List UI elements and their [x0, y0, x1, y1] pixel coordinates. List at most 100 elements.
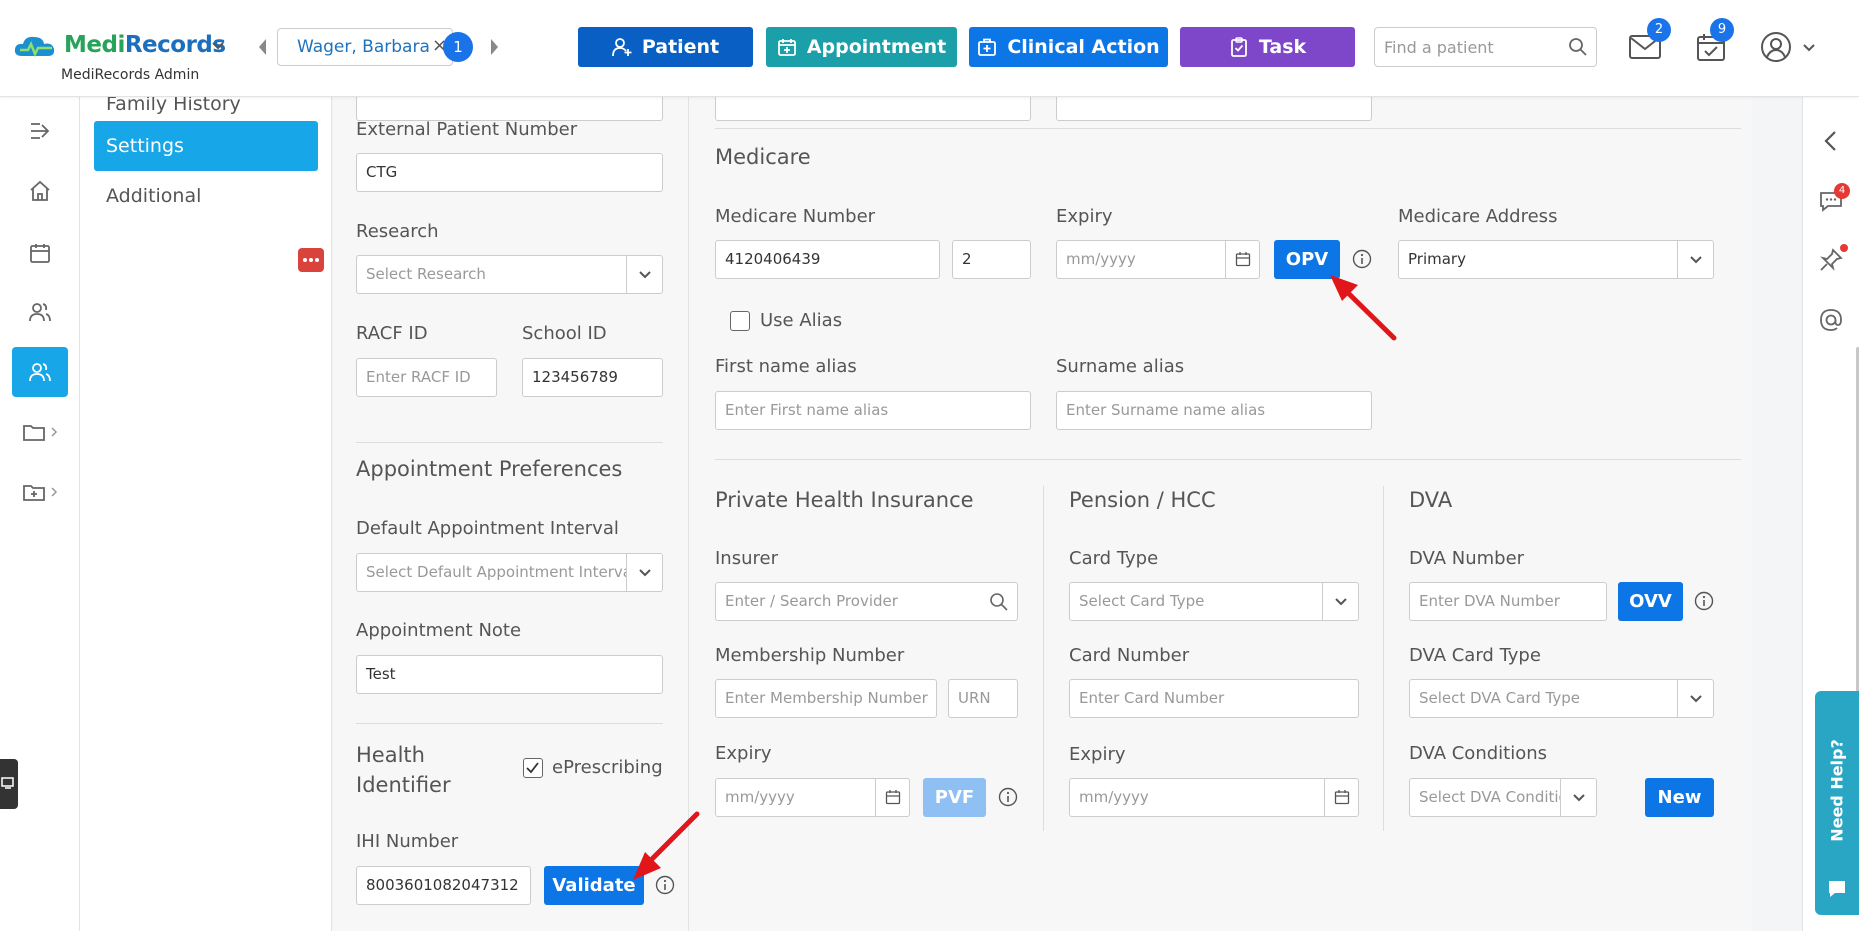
medicare-address-select[interactable]: Primary — [1398, 240, 1714, 279]
medicare-expiry-label: Expiry — [1056, 206, 1113, 227]
eprescribing-checkbox[interactable] — [523, 758, 543, 778]
ihi-number-input[interactable]: 8003601082047312 — [356, 866, 531, 905]
chevron-down-icon[interactable] — [626, 256, 662, 293]
expand-menu-icon[interactable] — [0, 106, 80, 156]
appointment-note-input[interactable]: Test — [356, 655, 663, 694]
dva-conditions-select[interactable]: Select DVA Conditions — [1409, 778, 1597, 817]
new-dva-condition-button[interactable]: New — [1645, 778, 1714, 817]
user-menu-chevron-icon[interactable] — [1802, 43, 1816, 53]
prev-tab-icon[interactable] — [256, 37, 268, 57]
info-icon[interactable] — [655, 875, 675, 895]
use-alias-label: Use Alias — [760, 310, 843, 331]
search-icon[interactable] — [1568, 37, 1588, 57]
opv-button[interactable]: OPV — [1274, 240, 1340, 279]
clinical-action-button[interactable]: Clinical Action — [969, 27, 1168, 67]
calendar-plus-icon — [777, 39, 796, 56]
patient-tab-label[interactable]: Wager, Barbara — [297, 37, 430, 57]
medicare-title: Medicare — [715, 145, 811, 169]
new-patient-button[interactable]: Patient — [578, 27, 753, 67]
chevron-down-icon[interactable] — [1560, 779, 1596, 816]
find-patient-input[interactable]: Find a patient — [1374, 27, 1597, 67]
need-help-label: Need Help? — [1827, 739, 1847, 842]
research-label: Research — [356, 221, 439, 242]
medicare-number-input[interactable]: 4120406439 — [715, 240, 940, 279]
chevron-down-icon[interactable] — [1677, 680, 1713, 717]
mention-icon[interactable] — [1817, 306, 1845, 334]
folder-plus-icon[interactable] — [0, 467, 80, 517]
phi-expiry-placeholder: mm/yyyy — [725, 788, 795, 806]
default-interval-label: Default Appointment Interval — [356, 518, 619, 539]
insurer-search-input[interactable]: Enter / Search Provider — [715, 582, 1018, 621]
card-type-select[interactable]: Select Card Type — [1069, 582, 1359, 621]
divider — [356, 442, 663, 443]
patient-tab-count-badge: 1 — [443, 32, 473, 62]
folder-icon[interactable] — [0, 407, 80, 457]
new-appointment-button[interactable]: Appointment — [766, 27, 957, 67]
more-options-icon[interactable] — [298, 248, 324, 272]
chevron-down-icon[interactable] — [1322, 583, 1358, 620]
medicare-irn-input[interactable]: 2 — [952, 240, 1031, 279]
info-icon[interactable] — [998, 787, 1018, 807]
ihi-number-label: IHI Number — [356, 831, 459, 852]
new-patient-label: Patient — [641, 36, 720, 58]
user-avatar-icon[interactable] — [1760, 31, 1792, 63]
calendar-icon[interactable] — [0, 228, 80, 278]
patient-tab[interactable]: Wager, Barbara × — [277, 28, 453, 66]
default-interval-placeholder: Select Default Appointment Interval — [366, 563, 637, 581]
racf-id-label: RACF ID — [356, 323, 428, 344]
patient-submenu: Family History Settings Additional — [80, 93, 332, 931]
pension-expiry-input[interactable]: mm/yyyy — [1069, 778, 1359, 817]
first-name-alias-label: First name alias — [715, 356, 857, 377]
brand-chevron-down-icon[interactable] — [211, 41, 225, 51]
medicare-expiry-input[interactable]: mm/yyyy — [1056, 240, 1260, 279]
submenu-additional[interactable]: Additional — [94, 171, 318, 221]
pvf-button[interactable]: PVF — [923, 778, 986, 817]
monitor-icon — [1, 777, 14, 789]
external-patient-number-input[interactable]: CTG — [356, 153, 663, 192]
medirecords-logo-icon[interactable] — [12, 32, 60, 60]
card-number-input[interactable]: Enter Card Number — [1069, 679, 1359, 718]
membership-number-input[interactable]: Enter Membership Number — [715, 679, 937, 718]
dva-card-type-placeholder: Select DVA Card Type — [1419, 689, 1580, 707]
search-icon[interactable] — [989, 592, 1009, 612]
external-patient-number-label: External Patient Number — [356, 119, 578, 140]
chevron-down-icon[interactable] — [1677, 241, 1713, 278]
calendar-icon[interactable] — [1225, 241, 1259, 278]
side-toggle-tab[interactable] — [0, 759, 18, 809]
membership-number-label: Membership Number — [715, 645, 905, 666]
dva-card-type-select[interactable]: Select DVA Card Type — [1409, 679, 1714, 718]
patients-nav-active[interactable] — [12, 347, 68, 397]
racf-id-input[interactable]: Enter RACF ID — [356, 358, 497, 397]
first-name-alias-input[interactable]: Enter First name alias — [715, 391, 1031, 430]
default-interval-select[interactable]: Select Default Appointment Interval — [356, 553, 663, 592]
new-task-button[interactable]: Task — [1180, 27, 1355, 67]
school-id-input[interactable]: 123456789 — [522, 358, 663, 397]
users-group-icon[interactable] — [0, 287, 80, 337]
urn-input[interactable]: URN — [948, 679, 1018, 718]
collapse-left-icon[interactable] — [1817, 127, 1845, 155]
dva-number-input[interactable]: Enter DVA Number — [1409, 582, 1607, 621]
calendar-icon[interactable] — [1324, 779, 1358, 816]
surname-alias-input[interactable]: Enter Surname name alias — [1056, 391, 1372, 430]
pension-expiry-label: Expiry — [1069, 744, 1126, 765]
surname-alias-label: Surname alias — [1056, 356, 1185, 377]
research-select[interactable]: Select Research — [356, 255, 663, 294]
home-icon[interactable] — [0, 166, 80, 216]
dva-conditions-label: DVA Conditions — [1409, 743, 1548, 764]
validate-button[interactable]: Validate — [544, 866, 644, 905]
phi-expiry-input[interactable]: mm/yyyy — [715, 778, 910, 817]
info-icon[interactable] — [1352, 249, 1372, 269]
brand-name[interactable]: MediRecords — [64, 32, 226, 58]
calendar-icon[interactable] — [875, 779, 909, 816]
new-appointment-label: Appointment — [806, 36, 947, 58]
chevron-down-icon[interactable] — [626, 554, 662, 591]
mail-badge: 2 — [1647, 18, 1671, 42]
use-alias-checkbox[interactable] — [730, 311, 750, 331]
new-task-label: Task — [1258, 36, 1307, 58]
submenu-settings[interactable]: Settings — [94, 121, 318, 171]
top-bar: MediRecords MediRecords Admin Wager, Bar… — [0, 0, 1859, 97]
need-help-button[interactable]: Need Help? — [1815, 691, 1859, 915]
info-icon[interactable] — [1694, 591, 1714, 611]
ovv-button[interactable]: OVV — [1618, 582, 1683, 621]
next-tab-icon[interactable] — [489, 37, 501, 57]
